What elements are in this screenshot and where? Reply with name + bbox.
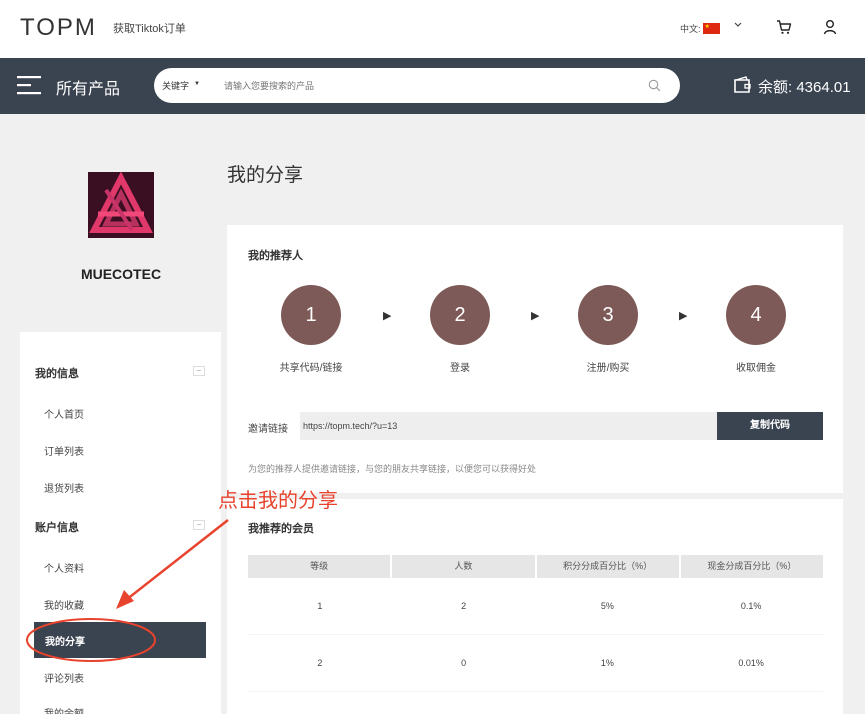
search-input[interactable] xyxy=(224,76,624,96)
column-header-level: 等级 xyxy=(248,555,391,578)
sidebar-item-return-list[interactable]: 退货列表 xyxy=(44,480,84,495)
collapse-icon[interactable]: − xyxy=(193,520,205,530)
sidebar-item-reviews[interactable]: 评论列表 xyxy=(44,670,84,685)
annotation-text: 点击我的分享 xyxy=(218,490,338,512)
column-header-cash-share: 现金分成百分比（%） xyxy=(680,555,823,578)
invite-link-label: 邀请链接 xyxy=(248,424,288,435)
sidebar-item-personal-home[interactable]: 个人首页 xyxy=(44,406,84,421)
collapse-icon[interactable]: − xyxy=(193,366,205,376)
language-label: 中文: xyxy=(680,24,701,34)
table-cell: 2 xyxy=(461,601,467,611)
user-icon[interactable] xyxy=(822,19,838,35)
table-row: 1 2 5% 0.1% xyxy=(248,578,823,635)
wallet-icon xyxy=(734,76,751,93)
brand-logo-icon xyxy=(88,172,154,238)
referrer-card: 我的推荐人 1 共享代码/链接 ▶ 2 登录 ▶ 3 注册/购买 ▶ 4 收取佣… xyxy=(227,225,843,493)
table-cell: 1 xyxy=(317,601,323,611)
table-row: 2 0 1% 0.01% xyxy=(248,635,823,692)
avatar xyxy=(88,172,154,238)
menu-icon[interactable] xyxy=(17,73,43,97)
sidebar-item-favorites[interactable]: 我的收藏 xyxy=(44,597,84,612)
invite-link-field[interactable]: https://topm.tech/?u=13 xyxy=(300,412,717,440)
cart-icon[interactable] xyxy=(776,19,792,35)
copy-code-button[interactable]: 复制代码 xyxy=(717,412,823,440)
column-header-points-share: 积分分成百分比（%） xyxy=(536,555,679,578)
sidebar-section-my-info[interactable]: 我的信息 xyxy=(35,365,79,381)
search-icon[interactable] xyxy=(648,79,661,92)
step-2-circle: 2 xyxy=(430,285,490,345)
sidebar-item-order-list[interactable]: 订单列表 xyxy=(44,443,84,458)
table-cell: 0.01% xyxy=(738,658,764,668)
step-2-label: 登录 xyxy=(450,363,470,374)
caret-down-icon[interactable]: ▼ xyxy=(194,81,200,87)
china-flag-icon xyxy=(702,23,720,34)
referrer-title: 我的推荐人 xyxy=(248,250,303,262)
language-selector[interactable]: 中文: xyxy=(680,22,720,35)
arrow-right-icon: ▶ xyxy=(679,310,688,322)
table-cell: 0 xyxy=(461,658,467,668)
account-balance: 余额: 4364.01 xyxy=(758,79,851,96)
top-header: TOPM 获取Tiktok订单 中文: xyxy=(0,0,865,58)
column-header-count: 人数 xyxy=(392,555,535,578)
members-title: 我推荐的会员 xyxy=(248,523,314,535)
invite-description: 为您的推荐人提供邀请链接，与您的朋友共享链接，以便您可以获得好处 xyxy=(248,464,537,474)
arrow-right-icon: ▶ xyxy=(531,310,540,322)
referred-members-card: 我推荐的会员 等级 人数 积分分成百分比（%） 现金分成百分比（%） 1 2 5… xyxy=(227,499,843,714)
search-keyword-select[interactable]: 关键字 xyxy=(162,79,189,92)
tiktok-orders-link[interactable]: 获取Tiktok订单 xyxy=(113,20,186,36)
step-3-circle: 3 xyxy=(578,285,638,345)
chevron-down-icon[interactable] xyxy=(733,19,743,31)
table-cell: 5% xyxy=(600,601,614,611)
sidebar-item-balance[interactable]: 我的余额 xyxy=(44,705,84,714)
step-1-circle: 1 xyxy=(281,285,341,345)
table-cell: 0.1% xyxy=(740,601,762,611)
step-4-label: 收取佣金 xyxy=(736,363,776,374)
step-3-label: 注册/购买 xyxy=(586,363,630,374)
all-products-link[interactable]: 所有产品 xyxy=(56,75,120,99)
sidebar-item-label: 我的分享 xyxy=(45,637,85,648)
members-table: 等级 人数 积分分成百分比（%） 现金分成百分比（%） 1 2 5% 0.1% … xyxy=(248,555,823,692)
sidebar-item-my-share[interactable]: 我的分享 xyxy=(34,622,206,658)
table-header: 等级 人数 积分分成百分比（%） 现金分成百分比（%） xyxy=(248,555,823,578)
table-cell: 2 xyxy=(317,658,323,668)
step-1-label: 共享代码/链接 xyxy=(279,363,343,374)
step-4-circle: 4 xyxy=(726,285,786,345)
site-logo[interactable]: TOPM xyxy=(20,14,97,42)
page-title: 我的分享 xyxy=(227,165,304,186)
table-cell: 1% xyxy=(600,658,614,668)
invite-link-value: https://topm.tech/?u=13 xyxy=(303,421,398,431)
sidebar-section-account-info[interactable]: 账户信息 xyxy=(35,519,79,535)
main-navbar: 所有产品 关键字 ▼ 余额: 4364.01 xyxy=(0,58,865,114)
username: MUECOTEC xyxy=(80,266,162,282)
arrow-right-icon: ▶ xyxy=(383,310,392,322)
search-bar: 关键字 ▼ xyxy=(154,68,680,103)
account-sidebar: 我的信息 − 个人首页 订单列表 退货列表 账户信息 − 个人资料 我的收藏 我… xyxy=(20,332,221,714)
sidebar-item-profile[interactable]: 个人资料 xyxy=(44,560,84,575)
